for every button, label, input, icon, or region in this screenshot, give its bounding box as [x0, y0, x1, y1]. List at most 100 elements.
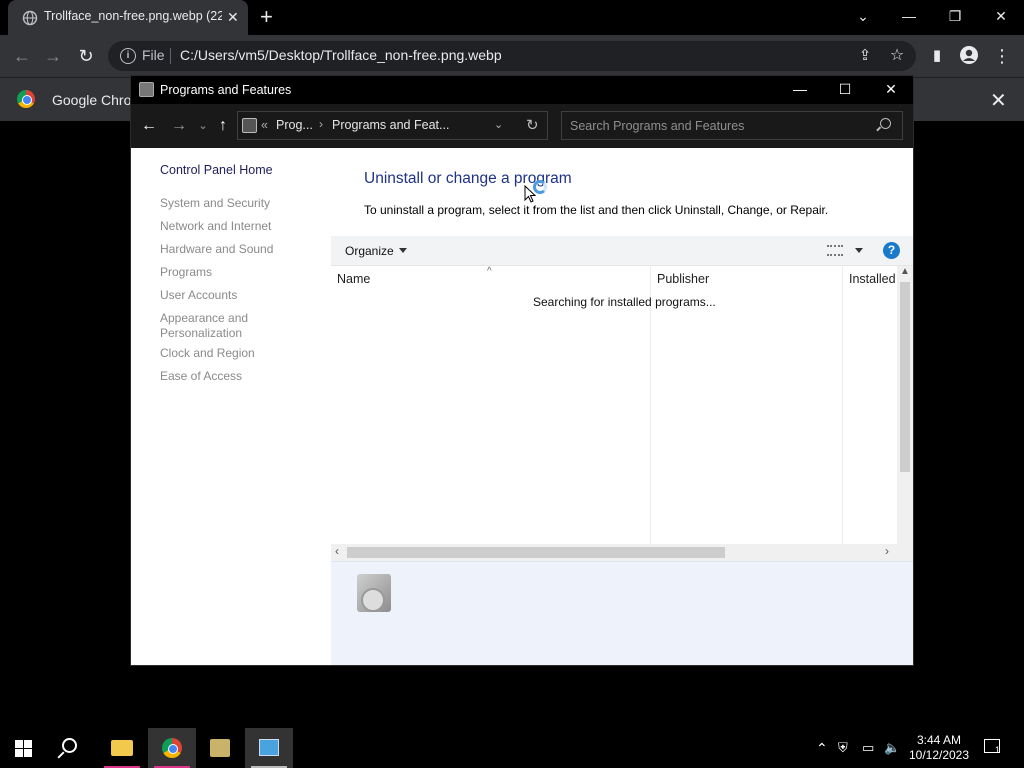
address-dropdown-chevron-icon[interactable]: ⌄ [494, 118, 503, 131]
sidebar-item-system-and-security[interactable]: System and Security [160, 196, 300, 211]
new-tab-button[interactable]: + [260, 5, 273, 29]
scrollbar-thumb[interactable] [900, 282, 910, 472]
breadcrumb-separator[interactable]: › [319, 117, 323, 131]
up-arrow-icon[interactable]: ↑ [213, 116, 233, 136]
chrome-logo-icon [17, 90, 35, 108]
file-scheme-label: File [142, 47, 165, 63]
control-panel-icon [242, 118, 257, 133]
search-input[interactable] [562, 112, 872, 139]
close-button[interactable]: ✕ [881, 79, 901, 99]
sidebar-item-network-and-internet[interactable]: Network and Internet [160, 219, 300, 234]
browser-toolbar: ← → ↻ i File C:/Users/vm5/Desktop/Trollf… [0, 35, 1024, 77]
breadcrumb-overflow[interactable]: « [261, 118, 268, 132]
forward-arrow-icon[interactable]: → [169, 116, 189, 136]
sidebar-item-control-panel-home[interactable]: Control Panel Home [160, 163, 273, 177]
sidebar: Control Panel Home System and Security N… [131, 148, 331, 665]
kebab-menu-icon[interactable]: ⋮ [991, 45, 1013, 67]
explorer-navbar: ← → ⌄ ↑ « Prog... › Programs and Feat...… [131, 104, 913, 148]
refresh-icon[interactable]: ↻ [526, 116, 539, 134]
restore-button[interactable]: ❐ [943, 5, 967, 27]
clock-time: 3:44 AM [916, 733, 962, 747]
address-bar[interactable]: i File C:/Users/vm5/Desktop/Trollface_no… [108, 41, 916, 71]
view-details-icon[interactable] [827, 245, 843, 256]
back-arrow-icon[interactable]: ← [139, 116, 159, 136]
sidebar-item-clock-and-region[interactable]: Clock and Region [160, 346, 300, 361]
horizontal-scrollbar[interactable]: ‹ › [331, 544, 913, 561]
taskbar-file-explorer[interactable] [98, 728, 146, 768]
divider [170, 48, 171, 64]
taskbar-app-tool[interactable] [196, 728, 244, 768]
reload-icon[interactable]: ↻ [75, 45, 97, 67]
sidebar-item-programs[interactable]: Programs [160, 265, 300, 280]
breadcrumb-programs[interactable]: Prog... [276, 118, 313, 132]
maximize-button[interactable]: ☐ [835, 79, 855, 99]
profile-icon[interactable] [958, 45, 980, 67]
scroll-up-icon[interactable]: ▲ [900, 266, 910, 277]
sort-ascending-icon: ^ [487, 266, 492, 277]
organize-dropdown-icon[interactable] [399, 248, 407, 253]
organize-button[interactable]: Organize [345, 244, 394, 258]
page-description: To uninstall a program, select it from t… [364, 203, 829, 217]
close-button[interactable]: ✕ [989, 5, 1013, 27]
column-divider[interactable] [650, 266, 651, 590]
sidebar-item-hardware-and-sound[interactable]: Hardware and Sound [160, 242, 300, 257]
start-button[interactable] [0, 728, 48, 768]
installer-package-icon [357, 574, 391, 612]
column-header-publisher[interactable]: Publisher [657, 272, 709, 286]
info-icon[interactable]: i [120, 48, 136, 64]
tab-close-icon[interactable]: ✕ [227, 9, 239, 25]
help-icon[interactable]: ? [883, 242, 900, 259]
infobar-close-icon[interactable]: ✕ [990, 88, 1007, 113]
control-panel-icon [139, 82, 154, 97]
security-icon[interactable]: ⛨ [838, 740, 848, 756]
tray-overflow-chevron-icon[interactable]: ⌃ [816, 740, 828, 757]
scroll-left-icon[interactable]: ‹ [335, 544, 339, 558]
sidebar-item-user-accounts[interactable]: User Accounts [160, 288, 300, 303]
avatar [960, 46, 978, 64]
share-icon[interactable]: ⇪ [854, 45, 876, 67]
command-bar: Organize ? [331, 236, 913, 266]
window-titlebar[interactable]: Programs and Features — ☐ ✕ [131, 76, 913, 104]
forward-arrow-icon[interactable]: → [42, 45, 64, 67]
window-title: Programs and Features [160, 83, 292, 97]
search-icon[interactable] [880, 118, 891, 129]
scrollbar-thumb[interactable] [347, 547, 725, 558]
scroll-right-icon[interactable]: › [885, 544, 889, 558]
column-divider[interactable] [842, 266, 843, 590]
tab-title: Trollface_non-free.png.webp (220 [44, 9, 222, 23]
breadcrumb[interactable]: « Prog... › Programs and Feat... ⌄ ↻ [237, 111, 548, 140]
chrome-icon [162, 738, 182, 758]
programs-and-features-window: Programs and Features — ☐ ✕ ← → ⌄ ↑ « Pr… [130, 75, 914, 666]
recent-locations-chevron-icon[interactable]: ⌄ [193, 116, 213, 136]
globe-icon [22, 10, 38, 26]
minimize-button[interactable]: — [790, 79, 810, 99]
network-icon[interactable]: ▭ [862, 740, 874, 756]
browser-tab[interactable]: Trollface_non-free.png.webp (220 ✕ [8, 0, 248, 35]
details-pane [331, 561, 913, 665]
taskbar-control-panel[interactable] [245, 728, 293, 768]
bookmark-star-icon[interactable]: ☆ [886, 45, 908, 67]
url-text[interactable]: C:/Users/vm5/Desktop/Trollface_non-free.… [180, 47, 502, 63]
back-arrow-icon[interactable]: ← [11, 45, 33, 67]
windows-start-icon [15, 740, 33, 757]
control-panel-icon [259, 739, 279, 756]
sidebar-item-ease-of-access[interactable]: Ease of Access [160, 369, 300, 384]
view-options-dropdown-icon[interactable] [855, 248, 863, 253]
breadcrumb-programs-and-features[interactable]: Programs and Feat... [332, 118, 449, 132]
clock-date: 10/12/2023 [908, 748, 970, 762]
sidebar-item-appearance-and-personalization[interactable]: Appearance and Personalization [160, 311, 260, 341]
system-clock[interactable]: 3:44 AM 10/12/2023 [900, 733, 978, 763]
taskbar-chrome[interactable] [148, 728, 196, 768]
taskbar-search-button[interactable] [48, 728, 96, 768]
chrome-tab-strip: Trollface_non-free.png.webp (220 ✕ + ⌄ —… [0, 0, 1024, 35]
minimize-button[interactable]: — [897, 5, 921, 27]
vertical-scrollbar[interactable]: ▲ ▼ [897, 266, 913, 590]
folder-icon [111, 740, 133, 756]
side-panel-icon[interactable]: ▮ [926, 45, 948, 67]
column-header-name[interactable]: Name [337, 272, 370, 286]
busy-spinner-icon [533, 180, 547, 194]
toolbox-icon [210, 739, 230, 757]
tab-search-chevron-icon[interactable]: ⌄ [851, 5, 875, 27]
volume-muted-icon[interactable]: 🔈 [884, 740, 900, 756]
column-header-installed-on[interactable]: Installed O [849, 272, 897, 286]
